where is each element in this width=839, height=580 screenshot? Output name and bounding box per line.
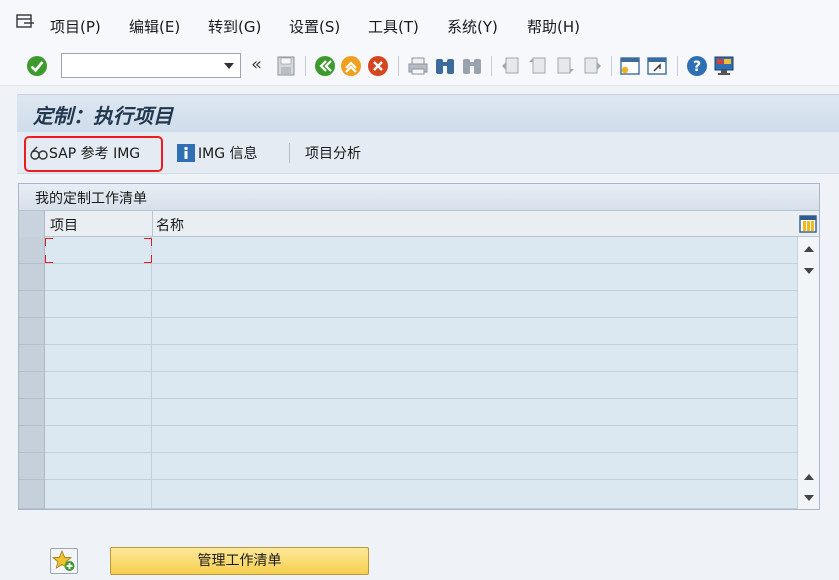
menu-item-edit[interactable]: 编辑(E) <box>129 16 180 37</box>
cell-project[interactable] <box>45 345 152 372</box>
customize-layout-icon[interactable] <box>713 55 735 77</box>
last-page-icon[interactable] <box>581 55 603 77</box>
table-header: 项目 名称 <box>19 211 819 237</box>
add-favorite-button[interactable] <box>50 548 78 574</box>
command-input[interactable] <box>66 56 216 75</box>
row-selector[interactable] <box>19 372 45 399</box>
table-row[interactable] <box>19 345 797 372</box>
svg-text:?: ? <box>693 59 701 75</box>
img-info-button[interactable]: IMG 信息 <box>176 141 258 165</box>
column-header-project[interactable]: 项目 <box>50 215 78 235</box>
menu-item-help[interactable]: 帮助(H) <box>527 16 580 37</box>
cancel-icon[interactable] <box>367 55 389 77</box>
star-add-icon <box>51 549 75 571</box>
row-selector[interactable] <box>19 264 45 291</box>
worklist-table: 我的定制工作清单 项目 名称 <box>18 183 820 510</box>
find-next-icon[interactable] <box>461 55 483 77</box>
table-row[interactable] <box>19 399 797 426</box>
menu-bar: 项目(P) 编辑(E) 转到(G) 设置(S) 工具(T) 系统(Y) 帮助(H… <box>0 0 839 46</box>
find-icon[interactable] <box>434 55 456 77</box>
save-icon[interactable] <box>275 55 297 77</box>
focus-corner <box>144 255 152 263</box>
column-divider[interactable] <box>152 211 153 237</box>
title-bar: 定制：执行项目 <box>17 94 839 132</box>
cell-project[interactable] <box>45 480 152 509</box>
focus-corner <box>45 255 53 263</box>
cell-project[interactable] <box>45 264 152 291</box>
scroll-page-down-icon[interactable] <box>804 268 814 274</box>
table-row[interactable] <box>19 318 797 345</box>
cell-project[interactable] <box>45 426 152 453</box>
row-selector[interactable] <box>19 237 45 264</box>
toolbar-separator <box>305 56 306 76</box>
scroll-up-icon[interactable] <box>804 246 814 252</box>
toolbar-separator <box>289 143 290 163</box>
help-icon[interactable]: ? <box>686 55 708 77</box>
menu-item-system[interactable]: 系统(Y) <box>447 16 498 37</box>
page-title: 定制：执行项目 <box>33 104 173 128</box>
project-analysis-label: 项目分析 <box>305 146 361 162</box>
cell-project[interactable] <box>45 453 152 480</box>
back-icon[interactable] <box>314 55 336 77</box>
first-page-icon[interactable] <box>500 55 522 77</box>
system-menu-icon[interactable] <box>16 14 36 32</box>
exit-icon[interactable] <box>340 55 362 77</box>
toolbar-separator <box>398 56 399 76</box>
project-analysis-button[interactable]: 项目分析 <box>305 141 361 165</box>
create-session-icon[interactable] <box>619 55 641 77</box>
column-header-name[interactable]: 名称 <box>156 215 184 235</box>
toolbar-separator <box>677 56 678 76</box>
next-page-icon[interactable] <box>554 55 576 77</box>
manage-worklist-button[interactable]: 管理工作清单 <box>110 547 369 575</box>
toolbar-separator <box>491 56 492 76</box>
info-icon <box>177 144 195 162</box>
scroll-down-icon[interactable] <box>804 495 814 501</box>
chevron-down-icon[interactable] <box>224 63 234 69</box>
table-row[interactable] <box>19 264 797 291</box>
menu-item-project[interactable]: 项目(P) <box>50 16 101 37</box>
cell-project[interactable] <box>45 237 152 264</box>
table-row[interactable] <box>19 237 797 264</box>
row-selector[interactable] <box>19 345 45 372</box>
table-row[interactable] <box>19 453 797 480</box>
table-row[interactable] <box>19 426 797 453</box>
scroll-page-up-icon[interactable] <box>804 474 814 480</box>
row-selector[interactable] <box>19 426 45 453</box>
cell-project[interactable] <box>45 372 152 399</box>
row-selector[interactable] <box>19 318 45 345</box>
collapse-toolbar-icon[interactable]: « <box>251 54 262 75</box>
highlight-box <box>24 136 163 172</box>
vertical-scrollbar[interactable] <box>797 237 819 509</box>
menu-item-goto[interactable]: 转到(G) <box>208 16 261 37</box>
row-selector[interactable] <box>19 291 45 318</box>
focus-corner <box>45 238 53 246</box>
row-selector[interactable] <box>19 480 45 509</box>
row-selector[interactable] <box>19 453 45 480</box>
cell-project[interactable] <box>45 318 152 345</box>
table-row[interactable] <box>19 291 797 318</box>
cell-project[interactable] <box>45 291 152 318</box>
enter-check-icon[interactable] <box>26 55 48 77</box>
shortcut-icon[interactable] <box>646 55 668 77</box>
cell-project[interactable] <box>45 399 152 426</box>
column-settings-icon[interactable] <box>799 215 817 233</box>
row-selector[interactable] <box>19 399 45 426</box>
command-field[interactable] <box>61 53 241 78</box>
focus-corner <box>144 238 152 246</box>
table-title: 我的定制工作清单 <box>35 191 147 207</box>
table-row[interactable] <box>19 372 797 399</box>
menu-item-tools[interactable]: 工具(T) <box>368 16 419 37</box>
table-body <box>19 237 797 509</box>
table-title-bar: 我的定制工作清单 <box>19 184 819 211</box>
standard-toolbar: « ? <box>0 46 839 86</box>
select-all-cell[interactable] <box>19 211 45 237</box>
print-icon[interactable] <box>407 55 429 77</box>
table-row[interactable] <box>19 480 797 509</box>
menu-item-settings[interactable]: 设置(S) <box>289 16 340 37</box>
previous-page-icon[interactable] <box>527 55 549 77</box>
img-info-label: IMG 信息 <box>198 146 258 162</box>
toolbar-separator <box>611 56 612 76</box>
